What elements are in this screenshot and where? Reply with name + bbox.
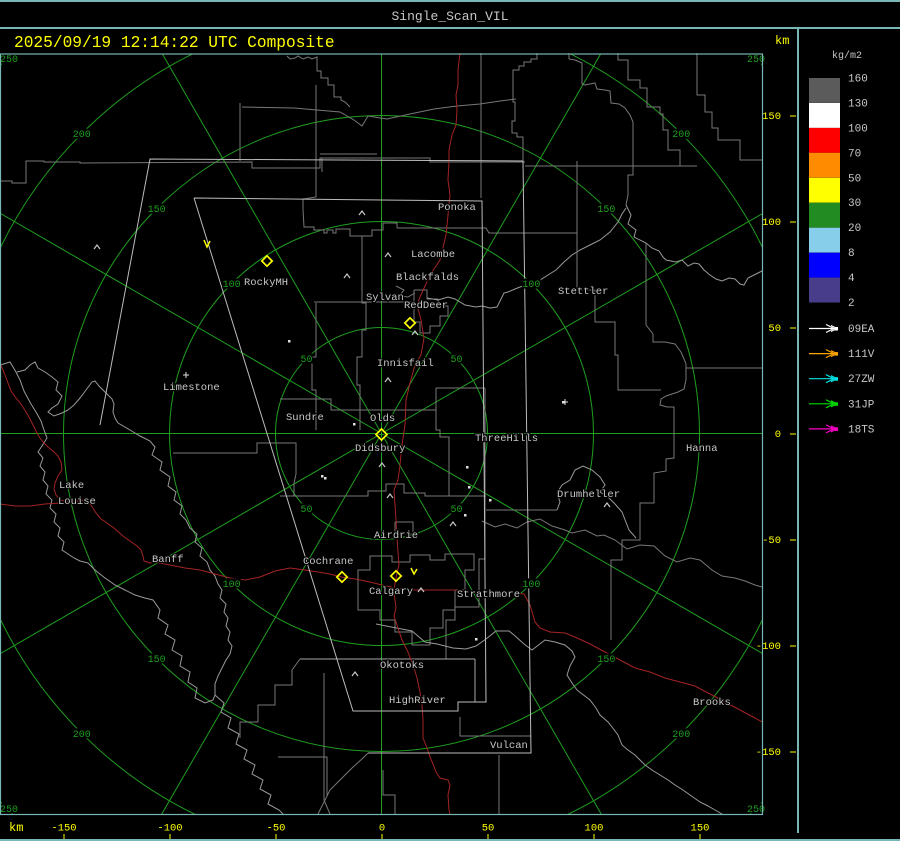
svg-text:HighRiver: HighRiver xyxy=(389,695,446,707)
svg-text:Stettler: Stettler xyxy=(558,286,608,298)
svg-text:Single_Scan_VIL: Single_Scan_VIL xyxy=(391,9,508,24)
svg-text:150: 150 xyxy=(597,655,615,666)
svg-text:Hanna: Hanna xyxy=(686,443,718,455)
svg-text:Strathmore: Strathmore xyxy=(457,589,520,601)
svg-text:100: 100 xyxy=(223,280,241,291)
svg-text:RockyMH: RockyMH xyxy=(244,277,288,289)
svg-text:31JP: 31JP xyxy=(848,399,875,411)
svg-text:Limestone: Limestone xyxy=(163,382,220,394)
svg-text:111V: 111V xyxy=(848,349,875,361)
svg-text:Sylvan: Sylvan xyxy=(366,292,404,304)
svg-text:200: 200 xyxy=(73,730,91,741)
svg-text:0: 0 xyxy=(379,823,385,835)
svg-text:70: 70 xyxy=(848,148,861,160)
svg-text:200: 200 xyxy=(73,130,91,141)
svg-text:100: 100 xyxy=(848,123,868,135)
svg-text:Vulcan: Vulcan xyxy=(490,740,528,752)
svg-text:150: 150 xyxy=(597,205,615,216)
svg-text:-100: -100 xyxy=(157,823,182,835)
svg-text:Lake: Lake xyxy=(59,480,84,492)
svg-text:100: 100 xyxy=(223,580,241,591)
svg-text:Okotoks: Okotoks xyxy=(380,660,424,672)
svg-text:50: 50 xyxy=(300,355,312,366)
svg-text:50: 50 xyxy=(768,323,781,335)
svg-text:100: 100 xyxy=(585,823,604,835)
svg-text:Brooks: Brooks xyxy=(693,697,731,709)
svg-text:27ZW: 27ZW xyxy=(848,374,875,386)
svg-text:km: km xyxy=(9,821,23,835)
svg-text:ThreeHills: ThreeHills xyxy=(475,433,538,445)
svg-text:-100: -100 xyxy=(756,641,781,653)
svg-text:Cochrane: Cochrane xyxy=(303,556,353,568)
svg-text:0: 0 xyxy=(775,429,781,441)
svg-text:20: 20 xyxy=(848,223,861,235)
svg-text:50: 50 xyxy=(848,173,861,185)
svg-text:Louise: Louise xyxy=(58,496,96,508)
svg-text:100: 100 xyxy=(522,580,540,591)
svg-text:250: 250 xyxy=(0,55,18,66)
svg-text:30: 30 xyxy=(848,198,861,210)
svg-text:Drumheller: Drumheller xyxy=(557,489,620,501)
svg-text:2: 2 xyxy=(848,298,855,310)
svg-text:Calgary: Calgary xyxy=(369,586,413,598)
svg-text:Blackfalds: Blackfalds xyxy=(396,272,459,284)
svg-text:-50: -50 xyxy=(762,535,781,547)
svg-text:160: 160 xyxy=(848,74,868,86)
svg-text:Airdrie: Airdrie xyxy=(374,530,418,542)
svg-text:09EA: 09EA xyxy=(848,324,875,336)
svg-text:-150: -150 xyxy=(51,823,76,835)
svg-text:8: 8 xyxy=(848,248,855,260)
svg-text:Ponoka: Ponoka xyxy=(438,202,476,214)
svg-text:RedDeer: RedDeer xyxy=(404,300,448,312)
svg-text:50: 50 xyxy=(300,505,312,516)
svg-text:200: 200 xyxy=(672,730,690,741)
svg-text:Olds: Olds xyxy=(370,413,395,425)
svg-text:Lacombe: Lacombe xyxy=(411,249,455,261)
svg-text:km: km xyxy=(775,34,789,48)
svg-text:200: 200 xyxy=(672,130,690,141)
svg-text:-150: -150 xyxy=(756,747,781,759)
svg-text:100: 100 xyxy=(522,280,540,291)
svg-text:100: 100 xyxy=(762,217,781,229)
svg-text:130: 130 xyxy=(848,99,868,111)
svg-text:50: 50 xyxy=(450,505,462,516)
svg-text:Sundre: Sundre xyxy=(286,412,324,424)
svg-text:2025/09/19 12:14:22 UTC Compos: 2025/09/19 12:14:22 UTC Composite xyxy=(14,34,335,52)
svg-text:Didsbury: Didsbury xyxy=(355,443,405,455)
svg-text:150: 150 xyxy=(148,205,166,216)
svg-text:50: 50 xyxy=(450,355,462,366)
svg-text:kg/m2: kg/m2 xyxy=(832,50,862,62)
svg-text:Banff: Banff xyxy=(152,554,184,566)
svg-text:4: 4 xyxy=(848,273,855,285)
svg-text:-50: -50 xyxy=(267,823,286,835)
svg-text:18TS: 18TS xyxy=(848,424,875,436)
svg-text:50: 50 xyxy=(482,823,495,835)
svg-text:150: 150 xyxy=(148,655,166,666)
svg-text:150: 150 xyxy=(762,111,781,123)
svg-text:150: 150 xyxy=(691,823,710,835)
svg-text:Innisfail: Innisfail xyxy=(377,358,434,370)
